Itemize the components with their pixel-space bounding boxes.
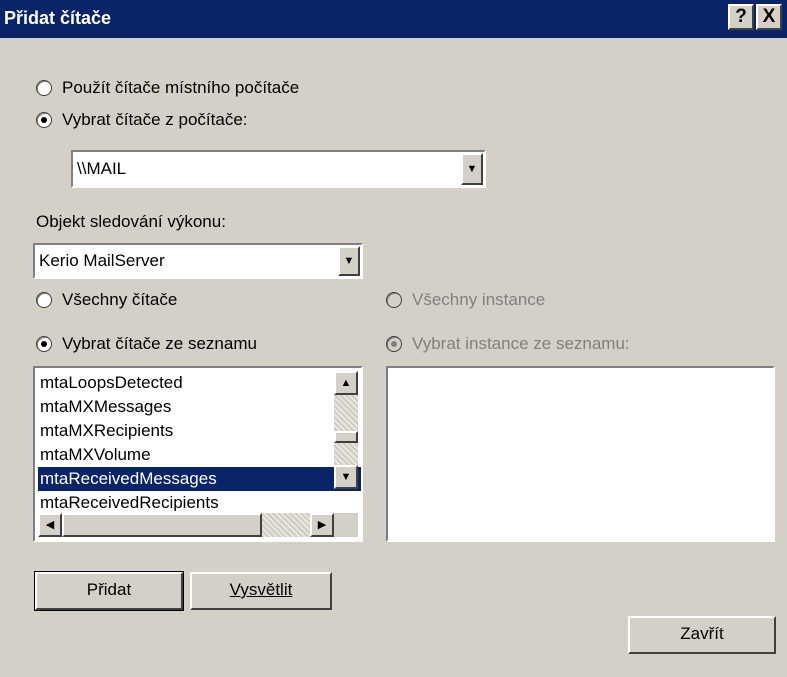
radio-label-all-counters: Všechny čítače bbox=[62, 290, 178, 309]
title-bar[interactable]: Přidat čítače ? X bbox=[0, 0, 787, 38]
horizontal-scroll-thumb[interactable] bbox=[62, 513, 262, 537]
list-item[interactable]: mtaLoopsDetected bbox=[38, 371, 183, 395]
scroll-down-icon[interactable]: ▼ bbox=[334, 465, 358, 489]
close-button[interactable]: Zavřít bbox=[628, 616, 776, 654]
scroll-up-icon[interactable]: ▲ bbox=[334, 371, 358, 395]
list-item-selected[interactable]: mtaReceivedMessages bbox=[38, 467, 361, 491]
list-item[interactable]: mtaMXRecipients bbox=[38, 419, 173, 443]
performance-object-label: Objekt sledování výkonu: bbox=[36, 212, 226, 231]
vertical-scrollbar[interactable]: ▲ ▼ bbox=[334, 371, 358, 489]
add-counters-dialog: Přidat čítače ? X Použít čítače místního… bbox=[0, 0, 787, 677]
window-title: Přidat čítače bbox=[4, 8, 112, 28]
radio-all-instances: Všechny instance bbox=[386, 290, 545, 310]
radio-label-instances-from-list: Vybrat instance ze seznamu: bbox=[412, 334, 630, 353]
radio-dot-selected-icon bbox=[36, 112, 52, 128]
radio-label-remote: Vybrat čítače z počítače: bbox=[62, 110, 248, 129]
radio-label-local: Použít čítače místního počítače bbox=[62, 78, 300, 97]
add-button[interactable]: Přidat bbox=[34, 571, 184, 611]
performance-object-combo[interactable]: Kerio MailServer ▼ bbox=[33, 243, 363, 279]
radio-dot-icon bbox=[386, 292, 402, 308]
computer-combo-value: \\MAIL bbox=[77, 159, 127, 178]
radio-label-all-instances: Všechny instance bbox=[412, 290, 546, 309]
radio-dot-selected-icon bbox=[386, 336, 402, 352]
radio-all-counters[interactable]: Všechny čítače bbox=[36, 290, 177, 310]
scroll-left-icon[interactable]: ◀ bbox=[38, 513, 62, 537]
radio-dot-icon bbox=[36, 80, 52, 96]
radio-dot-icon bbox=[36, 292, 52, 308]
scroll-right-icon[interactable]: ▶ bbox=[310, 513, 334, 537]
list-item[interactable]: mtaMXMessages bbox=[38, 395, 171, 419]
instances-listbox bbox=[386, 366, 775, 542]
chevron-down-icon[interactable]: ▼ bbox=[338, 246, 360, 276]
computer-combo[interactable]: \\MAIL ▼ bbox=[71, 150, 486, 188]
scroll-thumb[interactable] bbox=[334, 431, 358, 443]
list-item[interactable]: mtaMXVolume bbox=[38, 443, 151, 467]
close-icon[interactable]: X bbox=[756, 4, 782, 30]
radio-select-instances-from-list: Vybrat instance ze seznamu: bbox=[386, 334, 630, 354]
explain-button-label: Vysvětlit bbox=[229, 580, 293, 599]
help-button[interactable]: ? bbox=[728, 4, 754, 30]
horizontal-scrollbar[interactable]: ◀ ▶ bbox=[38, 513, 334, 537]
counters-listbox[interactable]: mtaLoopsDetected mtaMXMessages mtaMXReci… bbox=[33, 366, 363, 542]
radio-dot-selected-icon bbox=[36, 336, 52, 352]
chevron-down-icon[interactable]: ▼ bbox=[461, 153, 483, 185]
radio-select-counters-from-list[interactable]: Vybrat čítače ze seznamu bbox=[36, 334, 257, 354]
explain-button[interactable]: Vysvětlit bbox=[190, 572, 332, 610]
scroll-corner bbox=[334, 513, 358, 537]
radio-label-counters-from-list: Vybrat čítače ze seznamu bbox=[62, 334, 257, 353]
radio-use-local-counters[interactable]: Použít čítače místního počítače bbox=[36, 78, 299, 98]
performance-object-value: Kerio MailServer bbox=[39, 251, 165, 270]
radio-select-from-computer[interactable]: Vybrat čítače z počítače: bbox=[36, 110, 248, 130]
list-item[interactable]: mtaReceivedRecipients bbox=[38, 491, 219, 511]
